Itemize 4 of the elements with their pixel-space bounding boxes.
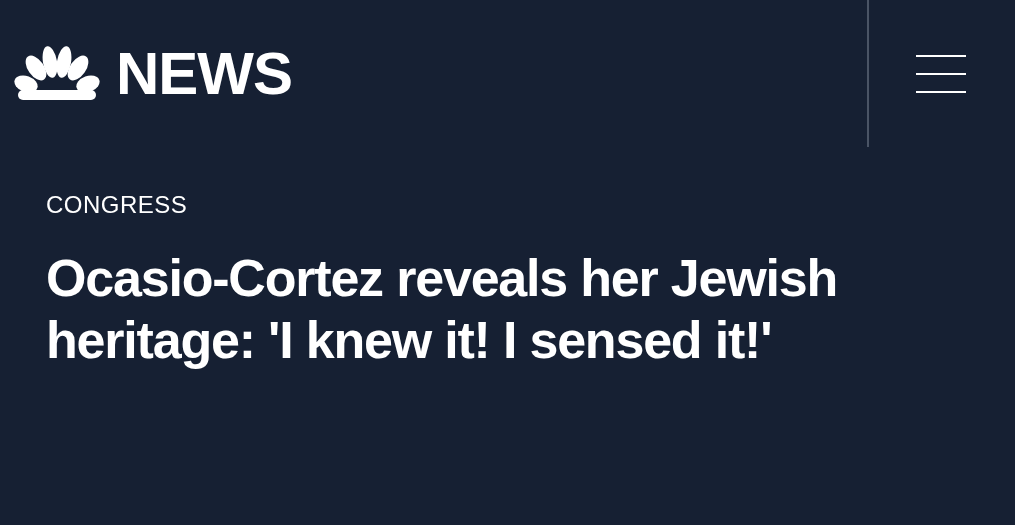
category-label[interactable]: CONGRESS xyxy=(46,187,969,223)
logo-text[interactable]: NEWS xyxy=(116,43,292,104)
headline: Ocasio-Cortez reveals her Jewish heritage: 'I knew it! I sensed it!' xyxy=(46,248,839,372)
peacock-logo-icon xyxy=(14,45,100,102)
